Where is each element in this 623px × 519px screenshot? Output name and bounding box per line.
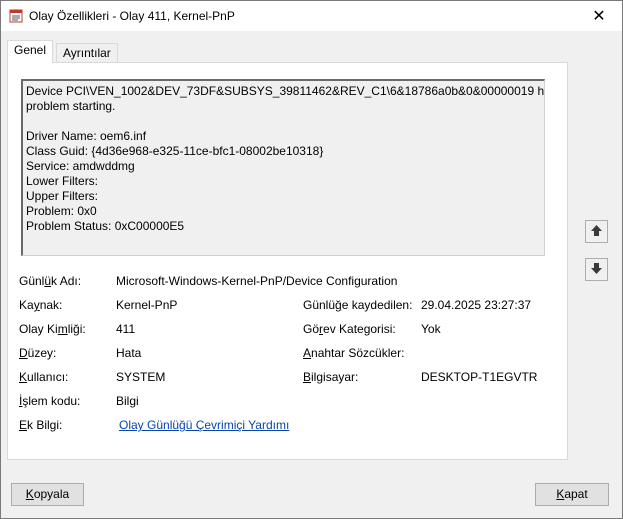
description-blank-line [26,114,541,129]
task-category-value: Yok [421,322,441,336]
computer-label: Bilgisayar: [303,370,359,384]
general-tab-panel: Device PCI\VEN_1002&DEV_73DF&SUBSYS_3981… [7,62,568,460]
keywords-label: Anahtar Sözcükler: [303,346,405,360]
log-name-label: Günlük Adı: [19,274,82,288]
description-line: Problem Status: 0xC00000E5 [26,219,185,233]
logged-value: 29.04.2025 23:27:37 [421,298,532,312]
description-line: Lower Filters: [26,174,99,188]
event-properties-icon [9,9,23,23]
arrow-down-icon [590,262,603,278]
level-value: Hata [116,346,142,360]
source-label: Kaynak: [19,298,63,312]
description-line: Upper Filters: [26,189,99,203]
window-title: Olay Özellikleri - Olay 411, Kernel-PnP [29,9,235,23]
task-category-label: Görev Kategorisi: [303,322,396,336]
logged-label: Günlüğe kaydedilen: [303,298,413,312]
source-value: Kernel-PnP [116,298,178,312]
description-line: Class Guid: {4d36e968-e325-11ce-bfc1-080… [26,144,324,158]
close-button[interactable]: Kapat [535,483,609,506]
opcode-value: Bilgi [116,394,139,408]
copy-button[interactable]: Kopyala [11,483,84,506]
tab-details[interactable]: Ayrıntılar [56,43,118,63]
description-line: Service: amdwddmg [26,159,135,173]
description-line: Problem: 0x0 [26,204,97,218]
description-line: problem starting. [26,99,116,113]
event-id-value: 411 [116,322,136,336]
close-icon[interactable]: ✕ [576,1,622,31]
description-line: Driver Name: oem6.inf [26,129,147,143]
more-info-label: Ek Bilgi: [19,418,63,432]
description-line: Device PCI\VEN_1002&DEV_73DF&SUBSYS_3981… [26,84,545,98]
title-bar[interactable]: Olay Özellikleri - Olay 411, Kernel-PnP … [1,1,622,31]
level-label: Düzey: [19,346,57,360]
arrow-up-icon [590,224,603,240]
event-description-box[interactable]: Device PCI\VEN_1002&DEV_73DF&SUBSYS_3981… [21,79,545,256]
log-name-value: Microsoft-Windows-Kernel-PnP/Device Conf… [116,274,398,288]
online-help-link[interactable]: Olay Günlüğü Çevrimiçi Yardımı [119,418,289,432]
computer-value: DESKTOP-T1EGVTR [421,370,538,384]
event-id-label: Olay Kimliği: [19,322,86,336]
user-value: SYSTEM [116,370,166,384]
previous-event-button[interactable] [585,220,608,243]
tab-general[interactable]: Genel [7,40,54,63]
opcode-label: İşlem kodu: [19,394,81,408]
next-event-button[interactable] [585,258,608,281]
event-properties-window: Olay Özellikleri - Olay 411, Kernel-PnP … [0,0,623,519]
user-label: Kullanıcı: [19,370,69,384]
